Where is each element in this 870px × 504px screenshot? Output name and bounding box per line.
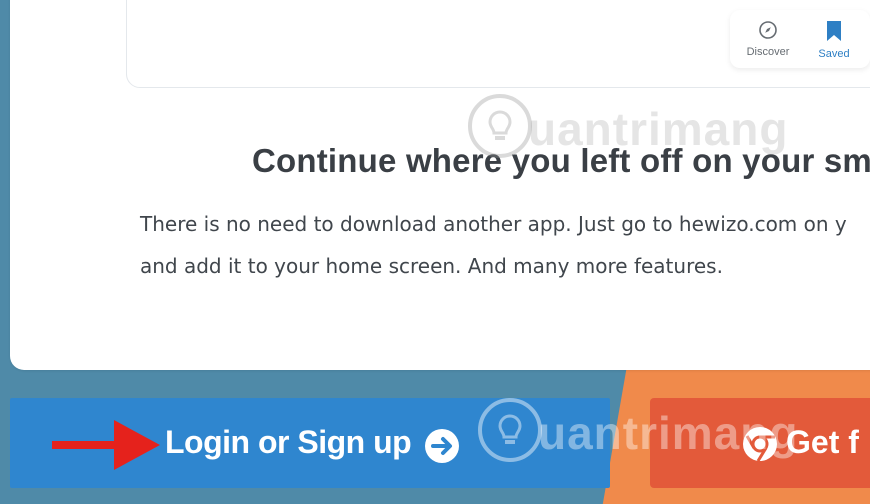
nav-discover-label: Discover — [746, 46, 790, 58]
chrome-icon — [743, 427, 777, 462]
nav-item-discover[interactable]: Discover — [738, 20, 798, 58]
screen: Discover Saved Continue where you left o… — [0, 0, 870, 504]
red-arrow-icon — [52, 420, 160, 470]
bookmark-icon — [827, 21, 841, 41]
nav-item-saved[interactable]: Saved — [804, 20, 864, 60]
compass-icon — [759, 21, 777, 39]
get-app-label: Get f — [786, 424, 859, 460]
section-heading: Continue where you left off on your sma — [252, 142, 870, 179]
mini-bottom-nav: Discover Saved — [730, 10, 870, 68]
arrow-right-circle-icon — [425, 429, 459, 463]
description-line-2: and add it to your home screen. And many… — [140, 254, 723, 278]
nav-saved-label: Saved — [818, 48, 850, 60]
login-signup-label: Login or Sign up — [165, 424, 412, 460]
description-line-1: There is no need to download another app… — [140, 212, 847, 236]
